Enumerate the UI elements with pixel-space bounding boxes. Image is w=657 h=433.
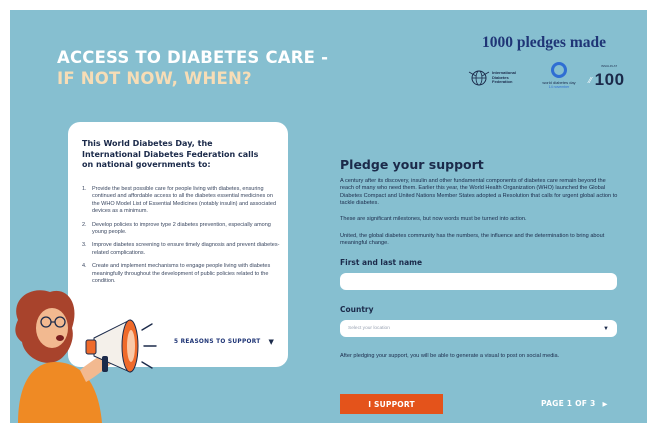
list-item: 2. Develop policies to improve type 2 dia…	[82, 221, 271, 236]
page-title-line1: ACCESS TO DIABETES CARE -	[57, 48, 329, 67]
name-label: First and last name	[340, 258, 423, 267]
idf-logo: International Diabetes Federation	[468, 68, 516, 88]
pledge-page: ACCESS TO DIABETES CARE - IF NOT NOW, WH…	[10, 10, 647, 423]
sun-rays-icon: ⁄⁄	[589, 75, 592, 85]
community-paragraph: United, the global diabetes community ha…	[340, 233, 605, 247]
pledges-count: 1000 pledges made	[482, 34, 606, 51]
caret-down-icon: ▼	[268, 338, 275, 346]
country-select[interactable]: Select your location ▼	[340, 320, 617, 337]
woman-with-megaphone-illustration	[15, 290, 157, 423]
name-input[interactable]	[340, 273, 617, 290]
list-item: 1. Provide the best possible care for peo…	[82, 186, 277, 215]
globe-icon	[468, 70, 490, 86]
list-item: 3. Improve diabetes screening to ensure t…	[82, 242, 280, 256]
milestones-paragraph: These are significant milestones, but no…	[340, 216, 527, 222]
page-title-line2: IF NOT NOW, WHEN?	[57, 69, 252, 88]
country-placeholder: Select your location	[348, 326, 390, 331]
page-indicator: PAGE 1 OF 3 ▶	[541, 399, 608, 408]
intro-paragraph: A century after its discovery, insulin a…	[340, 178, 618, 206]
partner-logos: International Diabetes Federation world …	[468, 62, 638, 98]
calls-list: 1. Provide the best possible care for peo…	[82, 186, 282, 291]
insulin-at-100-logo: ⁄⁄ INSULIN AT 100	[589, 64, 625, 89]
idf-logo-text: International Diabetes Federation	[492, 70, 517, 85]
blue-circle-icon	[551, 62, 567, 78]
card-heading: This World Diabetes Day, the Internation…	[82, 139, 259, 169]
reasons-to-support-toggle[interactable]: 5 REASONS TO SUPPORT ▼	[174, 338, 274, 346]
after-pledge-note: After pledging your support, you will be…	[340, 353, 560, 359]
world-diabetes-day-logo: world diabetes day 14 november	[533, 62, 585, 89]
country-label: Country	[340, 305, 374, 314]
pledge-title: Pledge your support	[340, 157, 484, 172]
caret-down-icon: ▼	[603, 325, 609, 332]
i-support-button[interactable]: I SUPPORT	[340, 394, 443, 414]
next-page-icon[interactable]: ▶	[603, 400, 608, 408]
